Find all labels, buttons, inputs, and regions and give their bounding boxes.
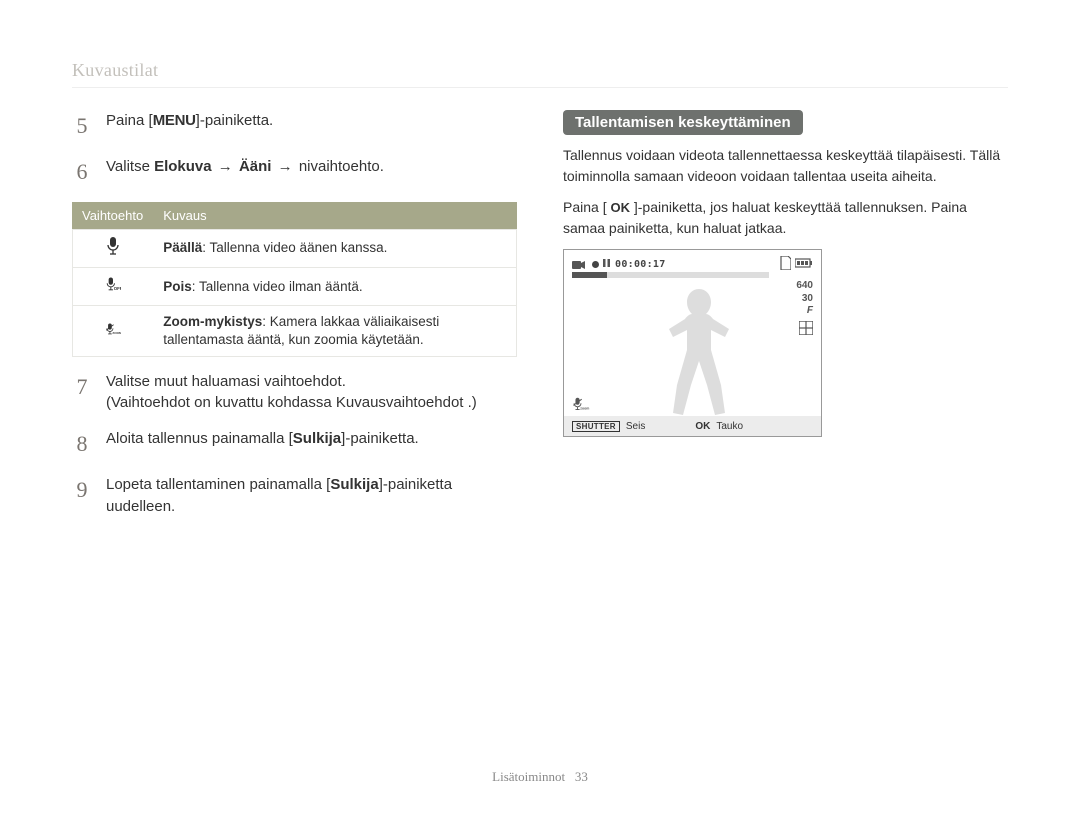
record-progress-fill	[572, 272, 607, 278]
svg-text:OFF: OFF	[113, 286, 120, 291]
option-icon-cell	[72, 229, 153, 267]
preview-right-indicators: 640 30 F	[796, 280, 813, 339]
table-row: Päällä: Tallenna video äänen kanssa.	[72, 229, 517, 267]
step-text: Aloita tallennus painamalla [Sulkija]-pa…	[106, 428, 419, 460]
option-name: Pois	[163, 279, 192, 294]
text-fragment: nivaihtoehto.	[299, 158, 384, 175]
sd-card-icon	[779, 256, 791, 273]
options-table: Vaihtoehto Kuvaus Päällä: Tallenna video…	[72, 202, 517, 357]
table-row: OFF Pois: Tallenna video ilman ääntä.	[72, 268, 517, 306]
fps-value: 30	[802, 293, 813, 304]
footer-page-number: 33	[575, 769, 588, 784]
step-8: 8 Aloita tallennus painamalla [Sulkija]-…	[72, 428, 517, 460]
option-description: Pois: Tallenna video ilman ääntä.	[153, 268, 517, 306]
text-fragment: Aloita tallennus painamalla [	[106, 430, 293, 447]
text-fragment: Paina [	[106, 112, 153, 129]
option-description: Päällä: Tallenna video äänen kanssa.	[153, 229, 517, 267]
microphone-zoom-mute-icon: ZOOM	[105, 326, 121, 341]
bold-term: Sulkija	[293, 430, 341, 447]
section-heading: Kuvaustilat	[72, 60, 1008, 88]
svg-text:ZOOM: ZOOM	[112, 331, 121, 335]
subsection-heading: Tallentamisen keskeyttäminen	[563, 110, 803, 135]
microphone-off-icon: OFF	[105, 281, 121, 296]
text-fragment: Paina [	[563, 199, 610, 215]
page: Kuvaustilat 5 Paina [MENU]-painiketta. 6…	[0, 0, 1080, 815]
bold-term: Elokuva	[154, 158, 212, 175]
table-header-description: Kuvaus	[153, 202, 517, 230]
battery-icon	[795, 258, 813, 271]
preview-status-bar: 00:00:17	[572, 256, 813, 273]
step-9: 9 Lopeta tallentaminen painamalla [Sulki…	[72, 474, 517, 518]
text-fragment: ]-painiketta.	[196, 112, 274, 129]
option-name: Päällä	[163, 240, 202, 255]
text-fragment: Valitse	[106, 158, 154, 175]
option-icon-cell: ZOOM	[72, 306, 153, 357]
arrow-separator: →	[212, 158, 239, 175]
option-icon-cell: OFF	[72, 268, 153, 306]
option-name: Zoom-mykistys	[163, 314, 262, 329]
text-fragment: ]-painiketta.	[341, 430, 419, 447]
shutter-badge: SHUTTER	[572, 421, 620, 432]
recording-time: 00:00:17	[615, 259, 666, 270]
record-progress-bar	[572, 272, 769, 278]
paragraph: Paina [ OK ]-painiketta, jos haluat kesk…	[563, 197, 1008, 239]
movie-mode-icon	[572, 260, 586, 270]
microphone-on-icon	[105, 243, 121, 258]
right-column: Tallentamisen keskeyttäminen Tallennus v…	[563, 110, 1008, 532]
pause-label: Tauko	[716, 421, 743, 432]
record-dot-icon	[592, 261, 599, 268]
step-line: (Vaihtoehdot on kuvattu kohdassa Kuvausv…	[106, 392, 477, 414]
resolution-indicator: 640	[796, 280, 813, 293]
step-number: 8	[72, 428, 92, 460]
ok-keyword: OK	[610, 200, 630, 215]
audio-mode-icon: zoom	[572, 396, 590, 417]
option-text: : Tallenna video äänen kanssa.	[202, 240, 387, 255]
step-5: 5 Paina [MENU]-painiketta.	[72, 110, 517, 142]
step-7: 7 Valitse muut haluamasi vaihtoehdot. (V…	[72, 371, 517, 415]
fps-unit: F	[807, 305, 813, 316]
text-fragment: Lopeta tallentaminen painamalla [	[106, 476, 330, 493]
pause-indicator-icon	[603, 259, 610, 270]
metering-mode-icon	[799, 321, 813, 340]
step-text: Valitse muut haluamasi vaihtoehdot. (Vai…	[106, 371, 477, 415]
stop-label: Seis	[626, 421, 645, 432]
preview-bottom-bar: SHUTTER Seis OK Tauko	[564, 416, 821, 436]
camera-preview-illustration: 00:00:17 640 30 F	[563, 249, 822, 437]
bold-term: Sulkija	[330, 476, 378, 493]
option-description: Zoom-mykistys: Kamera lakkaa väliaikaise…	[153, 306, 517, 357]
subject-silhouette-icon	[654, 285, 744, 415]
table-row: ZOOM Zoom-mykistys: Kamera lakkaa väliai…	[72, 306, 517, 357]
two-column-layout: 5 Paina [MENU]-painiketta. 6 Valitse Elo…	[72, 110, 1008, 532]
table-header-option: Vaihtoehto	[72, 202, 153, 230]
step-text: Paina [MENU]-painiketta.	[106, 110, 273, 142]
step-number: 5	[72, 110, 92, 142]
shutter-action-label: SHUTTER Seis	[572, 421, 645, 432]
step-number: 7	[72, 371, 92, 415]
step-number: 9	[72, 474, 92, 518]
page-footer: Lisätoiminnot 33	[0, 769, 1080, 785]
step-number: 6	[72, 156, 92, 188]
menu-keyword: MENU	[153, 112, 196, 129]
svg-text:zoom: zoom	[580, 407, 589, 411]
bold-term: Ääni	[239, 158, 272, 175]
footer-section-name: Lisätoiminnot	[492, 769, 565, 784]
step-6: 6 Valitse Elokuva → Ääni → nivaihtoehto.	[72, 156, 517, 188]
ok-badge: OK	[695, 421, 710, 432]
ok-action-label: OK Tauko	[695, 421, 743, 432]
step-line: Valitse muut haluamasi vaihtoehdot.	[106, 371, 477, 393]
step-text: Lopeta tallentaminen painamalla [Sulkija…	[106, 474, 517, 518]
arrow-separator: →	[271, 158, 298, 175]
step-text: Valitse Elokuva → Ääni → nivaihtoehto.	[106, 156, 384, 188]
paragraph: Tallennus voidaan videota tallennettaess…	[563, 145, 1008, 187]
option-text: : Tallenna video ilman ääntä.	[192, 279, 363, 294]
left-column: 5 Paina [MENU]-painiketta. 6 Valitse Elo…	[72, 110, 517, 532]
